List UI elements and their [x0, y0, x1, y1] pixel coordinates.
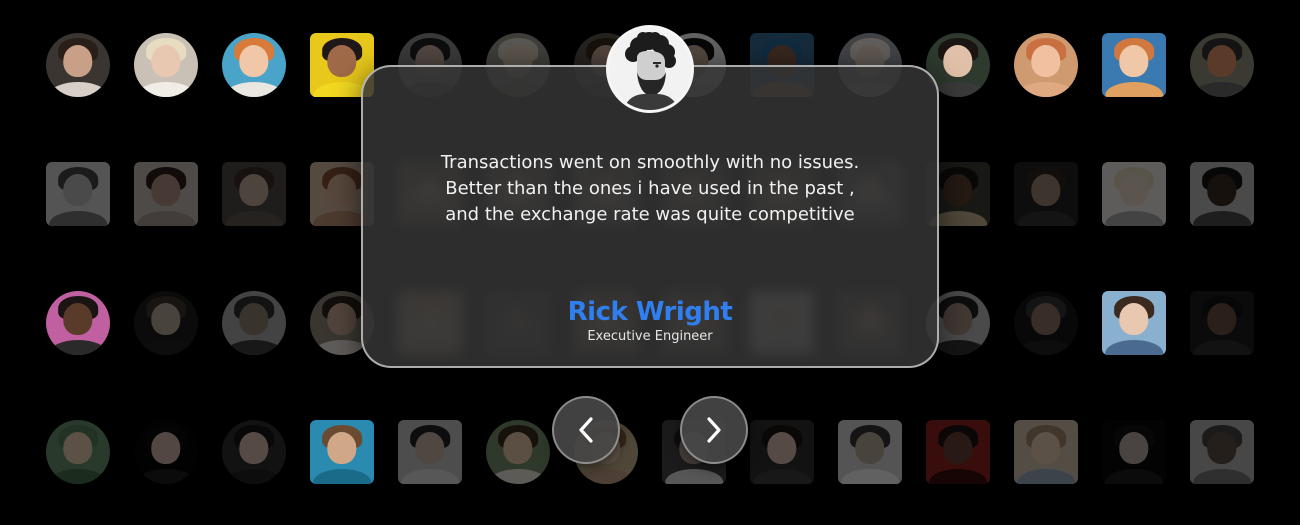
- avatar: [1102, 420, 1166, 484]
- avatar: [134, 33, 198, 97]
- avatar: [1102, 162, 1166, 226]
- avatar: [134, 162, 198, 226]
- avatar: [1014, 33, 1078, 97]
- next-button[interactable]: [680, 396, 748, 464]
- avatar: [46, 291, 110, 355]
- author-portrait: [609, 28, 691, 110]
- prev-button[interactable]: [552, 396, 620, 464]
- author-name: Rick Wright: [567, 297, 733, 327]
- avatar: [750, 420, 814, 484]
- quote-line: and the exchange rate was quite competit…: [445, 204, 855, 225]
- avatar: [134, 420, 198, 484]
- avatar: [46, 420, 110, 484]
- author-avatar: [606, 25, 694, 113]
- quote-line: Better than the ones i have used in the …: [445, 178, 855, 199]
- avatar: [46, 33, 110, 97]
- avatar: [1014, 420, 1078, 484]
- avatar: [1190, 33, 1254, 97]
- avatar: [1102, 33, 1166, 97]
- avatar: [838, 420, 902, 484]
- quote-line: Transactions went on smoothly with no is…: [440, 152, 860, 173]
- avatar: [1102, 291, 1166, 355]
- avatar: [486, 420, 550, 484]
- chevron-left-icon: [579, 417, 593, 443]
- author-role: Executive Engineer: [587, 329, 713, 344]
- avatar: [134, 291, 198, 355]
- avatar: [398, 420, 462, 484]
- avatar: [222, 291, 286, 355]
- avatar: [222, 33, 286, 97]
- testimonial-section: Transactions went on smoothly with no is…: [0, 0, 1300, 525]
- avatar: [222, 420, 286, 484]
- avatar: [1014, 162, 1078, 226]
- avatar: [310, 420, 374, 484]
- avatar: [926, 420, 990, 484]
- avatar: [1190, 162, 1254, 226]
- avatar: [1190, 420, 1254, 484]
- avatar: [222, 162, 286, 226]
- avatar: [1190, 291, 1254, 355]
- avatar: [1014, 291, 1078, 355]
- chevron-right-icon: [707, 417, 721, 443]
- testimonial-quote: Transactions went on smoothly with no is…: [363, 150, 937, 228]
- avatar: [46, 162, 110, 226]
